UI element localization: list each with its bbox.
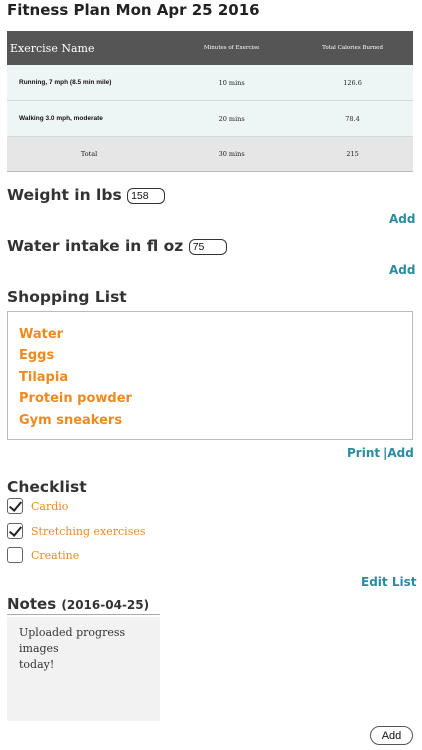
column-header-minutes: Minutes of Exercise (171, 31, 293, 65)
notes-add-button[interactable]: Add (370, 726, 413, 745)
weight-input[interactable]: 158 (127, 187, 166, 204)
shopping-item: Water (19, 327, 64, 342)
notes-date: (2016-04-25) (61, 598, 150, 612)
shopping-item: Protein powder (19, 391, 132, 406)
table-header-row: Exercise Name Minutes of Exercise Total … (7, 31, 413, 65)
total-minutes-cell: 30 mins (171, 136, 293, 172)
table-row[interactable]: Walking 3.0 mph, moderate 20 mins 78.4 (7, 100, 413, 137)
checklist-title: Checklist (7, 478, 87, 496)
page-title: Fitness Plan Mon Apr 25 2016 (7, 1, 260, 19)
notes-header: Notes (2016-04-25) (7, 595, 160, 615)
checkbox-checked[interactable] (7, 523, 23, 539)
notes-line: Uploaded progress images (19, 626, 126, 655)
water-input[interactable]: 75 (188, 238, 227, 255)
notes-title: Notes (7, 595, 57, 613)
exercise-name-cell: Walking 3.0 mph, moderate (7, 100, 172, 137)
shopping-list-box: Water Eggs Tilapia Protein powder Gym sn… (7, 311, 413, 440)
checklist-item[interactable]: Stretching exercises (7, 523, 207, 541)
column-header-exercise-name: Exercise Name (7, 31, 172, 65)
checkbox-unchecked[interactable] (7, 547, 23, 563)
shopping-add-link[interactable]: |Add (383, 446, 414, 460)
checklist-item[interactable]: Cardio (7, 498, 207, 516)
edit-list-link[interactable]: Edit List (361, 575, 416, 589)
weight-add-link[interactable]: Add (389, 212, 415, 226)
exercise-name-cell: Running, 7 mph (8.5 min mile) (7, 65, 172, 101)
shopping-item: Gym sneakers (19, 413, 123, 428)
notes-line: today! (19, 658, 55, 671)
water-row: Water intake in fl oz 75 (7, 237, 227, 255)
minutes-cell: 10 mins (171, 65, 293, 101)
shopping-item: Eggs (19, 348, 55, 363)
calories-cell: 126.6 (292, 65, 413, 101)
shopping-list-title: Shopping List (7, 288, 127, 306)
table-row[interactable]: Running, 7 mph (8.5 min mile) 10 mins 12… (7, 65, 413, 101)
checklist-item[interactable]: Creatine (7, 547, 207, 565)
checklist-item-label: Stretching exercises (31, 525, 146, 538)
total-calories-cell: 215 (292, 136, 413, 172)
column-header-calories: Total Calories Burned (292, 31, 413, 65)
water-label: Water intake in fl oz (7, 237, 184, 255)
table-total-row: Total 30 mins 215 (7, 136, 413, 172)
weight-label: Weight in lbs (7, 186, 122, 204)
shopping-print-link[interactable]: Print (347, 446, 380, 460)
total-label-cell: Total (7, 136, 172, 172)
shopping-item: Tilapia (19, 370, 69, 385)
weight-row: Weight in lbs 158 (7, 186, 166, 204)
notes-textarea[interactable]: Uploaded progress images today! (7, 617, 160, 721)
checklist-item-label: Creatine (31, 549, 80, 562)
minutes-cell: 20 mins (171, 100, 293, 137)
water-add-link[interactable]: Add (389, 263, 415, 277)
calories-cell: 78.4 (292, 100, 413, 137)
checkbox-checked[interactable] (7, 498, 23, 514)
checklist-item-label: Cardio (31, 500, 69, 513)
exercise-table: Exercise Name Minutes of Exercise Total … (7, 31, 413, 172)
